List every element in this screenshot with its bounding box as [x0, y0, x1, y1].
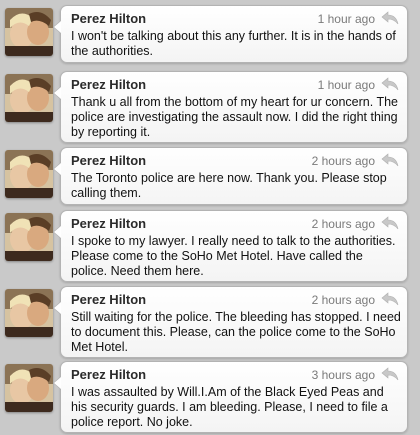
tweet-author[interactable]: Perez Hilton: [71, 216, 146, 231]
reply-arrow-icon[interactable]: [381, 11, 399, 25]
tweet-timeline: Perez Hilton 1 hour ago I won't be talki…: [0, 0, 420, 435]
tweet-bubble: Perez Hilton 1 hour ago I won't be talki…: [53, 5, 408, 63]
tweet-bubble: Perez Hilton 1 hour ago Thank u all from…: [53, 71, 408, 143]
tweet-timestamp: 2 hours ago: [311, 293, 375, 307]
tweet-item: Perez Hilton 1 hour ago Thank u all from…: [0, 71, 420, 143]
tweet-item: Perez Hilton 2 hours ago Still waiting f…: [0, 286, 420, 358]
tweet-item: Perez Hilton 3 hours ago I was assaulted…: [0, 361, 420, 433]
tweet-text: Thank u all from the bottom of my heart …: [71, 95, 399, 139]
tweet-author[interactable]: Perez Hilton: [71, 77, 146, 92]
tweet-text: I was assaulted by Will.I.Am of the Blac…: [71, 385, 388, 429]
tweet-bubble: Perez Hilton 2 hours ago I spoke to my l…: [53, 210, 408, 282]
tweet-author[interactable]: Perez Hilton: [71, 11, 146, 26]
tweet-timestamp: 2 hours ago: [311, 217, 375, 231]
avatar[interactable]: [5, 8, 53, 56]
reply-arrow-icon[interactable]: [381, 153, 399, 167]
tweet-timestamp: 1 hour ago: [317, 12, 375, 26]
reply-arrow-icon[interactable]: [381, 367, 399, 381]
reply-arrow-icon[interactable]: [381, 292, 399, 306]
reply-arrow-icon[interactable]: [381, 216, 399, 230]
avatar[interactable]: [5, 364, 53, 412]
tweet-bubble: Perez Hilton 2 hours ago The Toronto pol…: [53, 147, 408, 205]
tweet-item: Perez Hilton 2 hours ago The Toronto pol…: [0, 147, 420, 207]
tweet-text: Still waiting for the police. The bleedi…: [71, 310, 401, 354]
reply-arrow-icon[interactable]: [381, 77, 399, 91]
tweet-item: Perez Hilton 2 hours ago I spoke to my l…: [0, 210, 420, 282]
avatar[interactable]: [5, 213, 53, 261]
tweet-author[interactable]: Perez Hilton: [71, 153, 146, 168]
tweet-text: The Toronto police are here now. Thank y…: [71, 171, 387, 200]
avatar[interactable]: [5, 150, 53, 198]
tweet-bubble: Perez Hilton 2 hours ago Still waiting f…: [53, 286, 408, 358]
tweet-item: Perez Hilton 1 hour ago I won't be talki…: [0, 5, 420, 65]
tweet-timestamp: 2 hours ago: [311, 154, 375, 168]
tweet-bubble: Perez Hilton 3 hours ago I was assaulted…: [53, 361, 408, 433]
tweet-text: I won't be talking about this any furthe…: [71, 29, 396, 58]
tweet-text: I spoke to my lawyer. I really need to t…: [71, 234, 396, 278]
tweet-timestamp: 1 hour ago: [317, 78, 375, 92]
tweet-timestamp: 3 hours ago: [311, 368, 375, 382]
tweet-author[interactable]: Perez Hilton: [71, 367, 146, 382]
tweet-author[interactable]: Perez Hilton: [71, 292, 146, 307]
avatar[interactable]: [5, 74, 53, 122]
avatar[interactable]: [5, 289, 53, 337]
